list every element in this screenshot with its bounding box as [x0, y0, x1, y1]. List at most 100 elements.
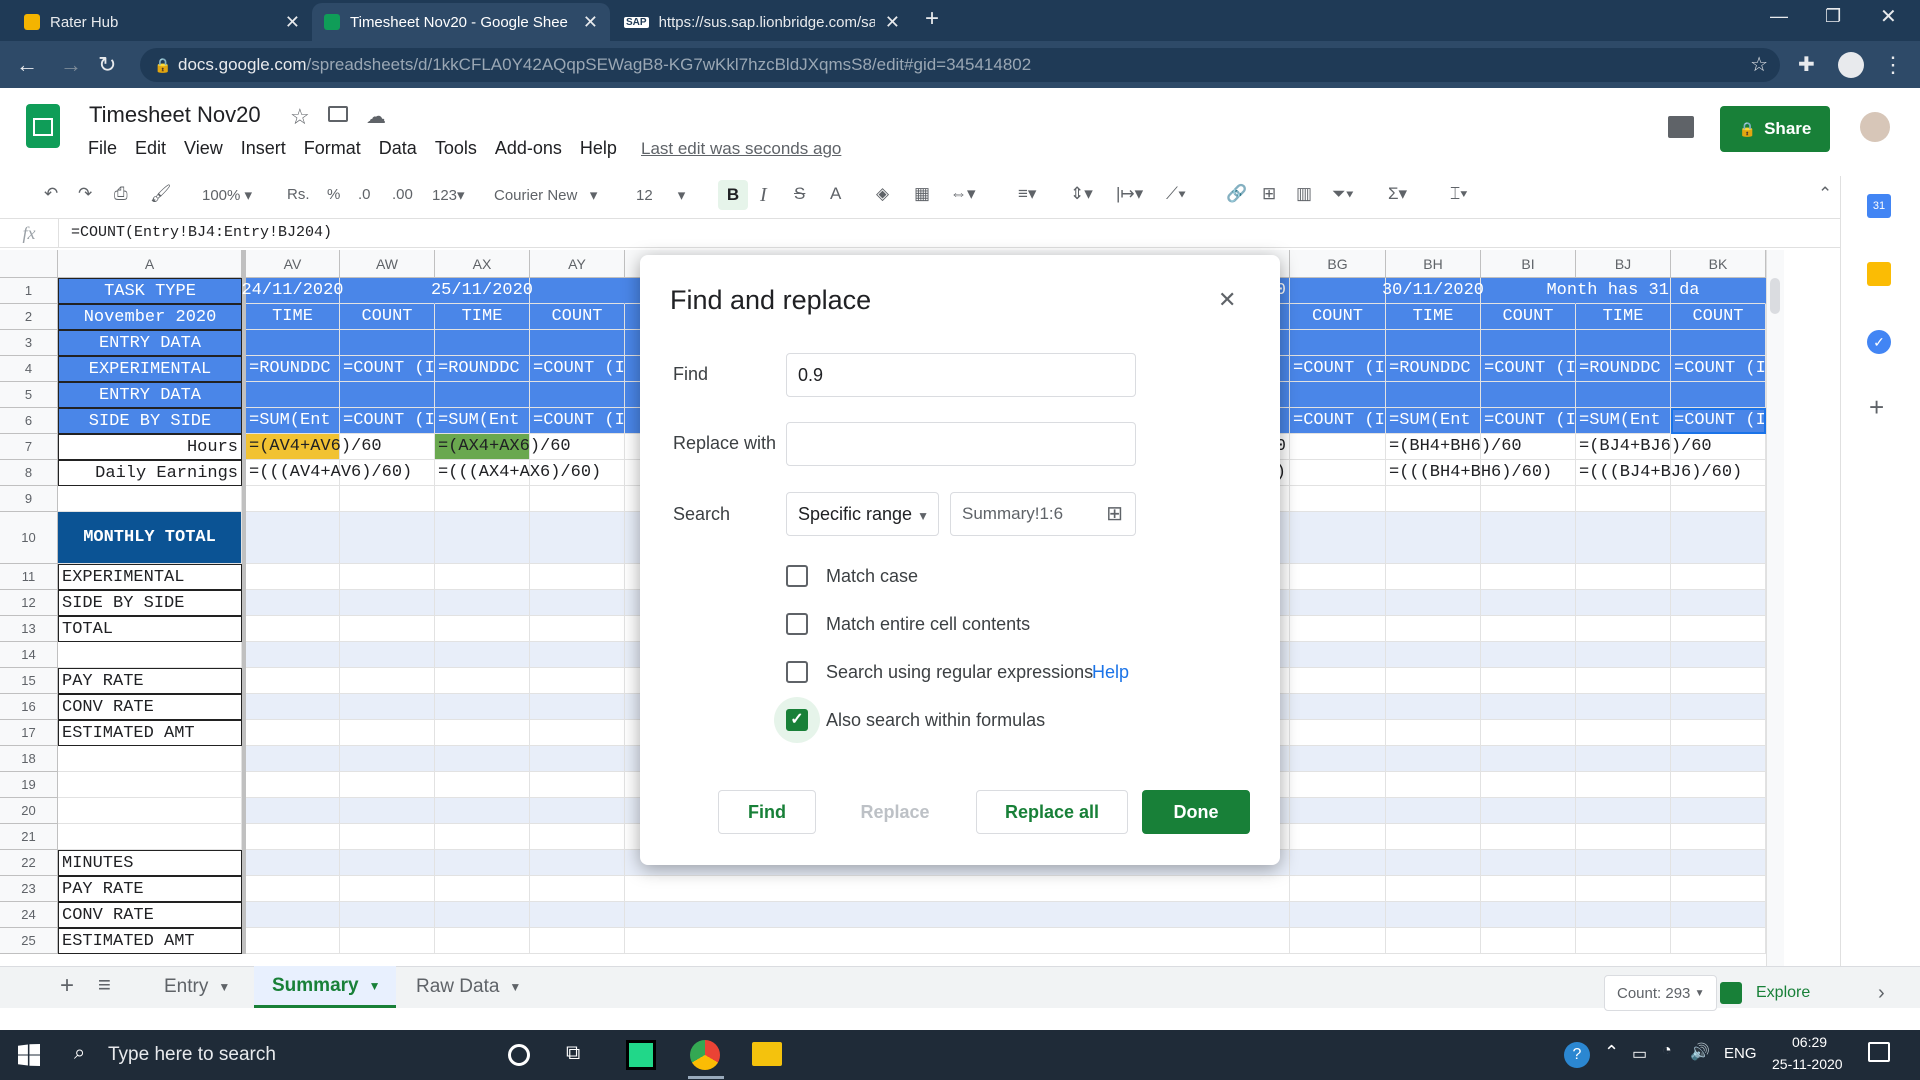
bookmark-star-icon[interactable]: ☆ — [1750, 48, 1768, 82]
cell-av[interactable] — [246, 668, 340, 694]
cell-bi[interactable]: =COUNT (I — [1481, 356, 1576, 382]
cell-ay[interactable] — [530, 564, 625, 590]
menu-data[interactable]: Data — [379, 138, 417, 159]
row-header[interactable]: 5 — [0, 382, 58, 408]
cell-bj[interactable]: Month has 31 da — [1546, 278, 1700, 304]
menu-addons[interactable]: Add-ons — [495, 138, 562, 159]
cell-bi[interactable] — [1481, 902, 1576, 928]
cell-hid[interactable] — [625, 928, 1290, 954]
cell-av[interactable]: =(((AV4+AV6)/60) — [246, 460, 412, 486]
cell-bj[interactable]: =(BJ4+BJ6)/60 — [1576, 434, 1712, 460]
cell-ay[interactable] — [530, 772, 625, 798]
col-header-aw[interactable]: AW — [340, 250, 435, 278]
row-header[interactable]: 20 — [0, 798, 58, 824]
cell-bj[interactable] — [1576, 512, 1671, 564]
cell-ay[interactable] — [530, 616, 625, 642]
cell-a[interactable] — [58, 798, 242, 824]
selected-cell[interactable] — [1671, 408, 1766, 434]
cell-bi[interactable] — [1481, 382, 1576, 408]
cell-bj[interactable] — [1576, 330, 1671, 356]
star-icon[interactable]: ☆ — [290, 104, 310, 130]
row-header[interactable]: 18 — [0, 746, 58, 772]
print-icon[interactable]: ⎙ — [114, 184, 128, 204]
profile-avatar[interactable] — [1838, 52, 1864, 78]
move-folder-icon[interactable] — [328, 106, 348, 122]
clock-time[interactable]: 06:29 — [1792, 1034, 1827, 1050]
cell-bh[interactable]: =ROUNDDC — [1386, 356, 1481, 382]
borders-icon[interactable]: ▦ — [914, 184, 930, 204]
cortana-icon[interactable] — [508, 1044, 530, 1066]
row-header[interactable]: 15 — [0, 668, 58, 694]
cell-ay[interactable] — [530, 850, 625, 876]
cell-bg[interactable] — [1290, 564, 1386, 590]
cell-bj[interactable]: TIME — [1576, 304, 1671, 330]
cell-av[interactable]: TIME — [246, 304, 340, 330]
cell-aw[interactable] — [340, 824, 435, 850]
cell-bh[interactable] — [1386, 486, 1481, 512]
explore-button[interactable]: Explore — [1720, 975, 1810, 1011]
fill-color-icon[interactable]: ◈ — [876, 184, 889, 204]
cell-a[interactable]: ENTRY DATA — [58, 382, 242, 408]
cell-av[interactable]: =ROUNDDC — [246, 356, 340, 382]
cell-ay[interactable] — [530, 590, 625, 616]
cell-bk[interactable] — [1671, 928, 1766, 954]
row-header[interactable]: 10 — [0, 512, 58, 564]
bold-button[interactable]: B — [718, 180, 748, 210]
count-summary[interactable]: Count: 293 ▼ — [1604, 975, 1718, 1011]
col-header-bi[interactable]: BI — [1481, 250, 1576, 278]
cell-bj[interactable] — [1576, 616, 1671, 642]
share-button[interactable]: 🔒 Share — [1720, 106, 1830, 152]
cell-bj[interactable] — [1576, 668, 1671, 694]
cell-av[interactable] — [246, 850, 340, 876]
cell-bi[interactable] — [1481, 512, 1576, 564]
cell-bj[interactable] — [1576, 486, 1671, 512]
cell-bj[interactable] — [1576, 382, 1671, 408]
cell-bk[interactable] — [1671, 720, 1766, 746]
cell-bi[interactable] — [1481, 486, 1576, 512]
cell-ay[interactable]: =COUNT (I — [530, 356, 625, 382]
cell-bg[interactable]: =COUNT (I — [1290, 408, 1386, 434]
taskbar-search-input[interactable]: Type here to search — [108, 1044, 276, 1066]
rotate-icon[interactable]: ⟋▾ — [1166, 184, 1186, 204]
decrease-decimal[interactable]: .0 — [358, 186, 371, 203]
cell-av[interactable]: =SUM(Ent — [246, 408, 340, 434]
cell-ay[interactable] — [530, 876, 625, 902]
cell-aw[interactable] — [340, 876, 435, 902]
replace-button[interactable]: Replace — [830, 790, 960, 834]
cell-ax[interactable] — [435, 902, 530, 928]
cell-aw[interactable]: COUNT — [340, 304, 435, 330]
row-header[interactable]: 4 — [0, 356, 58, 382]
cell-ax[interactable] — [435, 694, 530, 720]
undo-icon[interactable]: ↶ — [44, 184, 58, 204]
cell-bh[interactable] — [1386, 928, 1481, 954]
paint-format-icon[interactable]: 🖌 — [150, 184, 172, 204]
strikethrough-button[interactable]: S — [794, 184, 805, 204]
cell-a[interactable]: CONV RATE — [58, 902, 242, 928]
done-button[interactable]: Done — [1142, 790, 1250, 834]
row-header[interactable]: 12 — [0, 590, 58, 616]
minimize-icon[interactable]: — — [1770, 6, 1788, 27]
menu-file[interactable]: File — [88, 138, 117, 159]
cell-bj[interactable] — [1576, 746, 1671, 772]
cell-bg[interactable] — [1290, 434, 1386, 460]
cell-bh[interactable] — [1386, 616, 1481, 642]
row-header[interactable]: 14 — [0, 642, 58, 668]
functions-icon[interactable]: Σ▾ — [1388, 184, 1407, 204]
cell-ax[interactable]: =(((AX4+AX6)/60) — [435, 460, 601, 486]
cell-bi[interactable] — [1481, 928, 1576, 954]
cell-bi[interactable] — [1481, 746, 1576, 772]
cell-a[interactable]: Daily Earnings — [58, 460, 242, 486]
cell-bg[interactable] — [1290, 876, 1386, 902]
cell-bj[interactable]: =(((BJ4+BJ6)/60) — [1576, 460, 1742, 486]
sheet-tab-raw-data[interactable]: Raw Data ▼ — [398, 966, 539, 1008]
cell-aw[interactable] — [340, 772, 435, 798]
cell-bj[interactable] — [1576, 928, 1671, 954]
cell-bk[interactable] — [1671, 616, 1766, 642]
cell-a[interactable] — [58, 746, 242, 772]
cell-bi[interactable] — [1481, 824, 1576, 850]
add-sheet-icon[interactable]: + — [60, 972, 74, 1000]
cell-aw[interactable] — [340, 512, 435, 564]
cell-bk[interactable] — [1671, 512, 1766, 564]
cell-bi[interactable] — [1481, 850, 1576, 876]
cell-ay[interactable] — [530, 928, 625, 954]
